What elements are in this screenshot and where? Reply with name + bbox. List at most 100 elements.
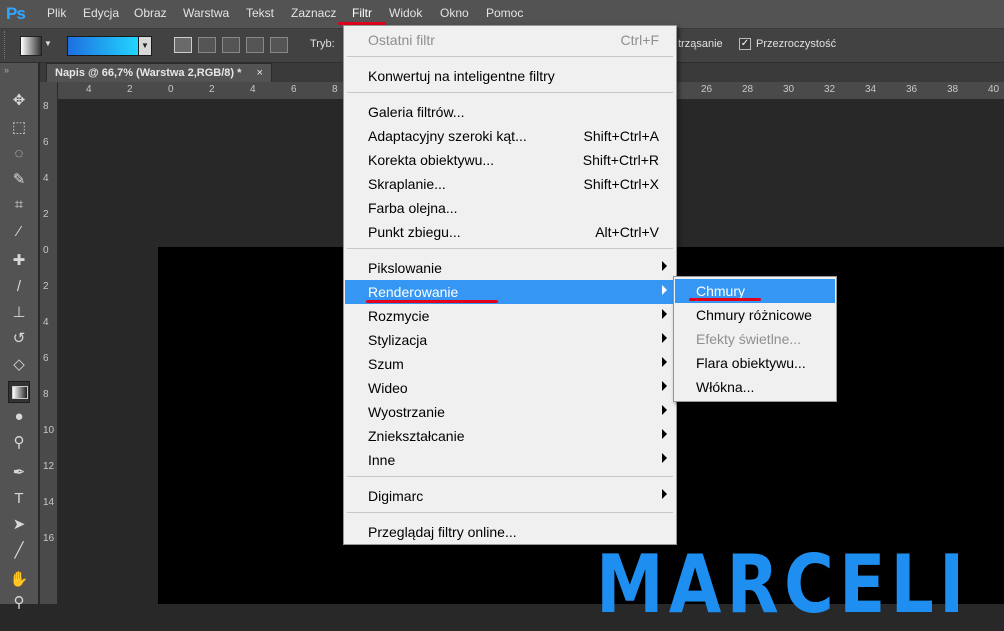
menu-obraz[interactable]: Obraz xyxy=(134,6,167,20)
hand-icon[interactable]: ✋ xyxy=(9,570,29,590)
document-tab-title: Napis @ 66,7% (Warstwa 2,RGB/8) * xyxy=(55,67,242,79)
annotation-underline-render xyxy=(366,300,498,303)
menu-edycja[interactable]: Edycja xyxy=(83,6,119,20)
filter-menu: Ostatni filtr Ctrl+F Konwertuj na inteli… xyxy=(343,25,677,545)
ruler-tick-label: 8 xyxy=(43,389,49,400)
reflected-gradient-button[interactable] xyxy=(246,37,264,53)
menu-item-distort[interactable]: Zniekształcanie xyxy=(345,424,675,448)
menu-item-convert-smart-filters[interactable]: Konwertuj na inteligentne filtry xyxy=(345,64,675,88)
menu-plik[interactable]: Plik xyxy=(47,6,66,20)
submenu-item-fibers[interactable]: Włókna... xyxy=(675,375,835,399)
options-grip xyxy=(4,31,9,59)
ruler-tick-label: 16 xyxy=(43,533,55,544)
path-select-icon[interactable]: ➤ xyxy=(9,515,29,535)
gradient-swatch[interactable] xyxy=(67,36,139,56)
menu-item-digimarc[interactable]: Digimarc xyxy=(345,484,675,508)
ruler-tick-label: 2 xyxy=(209,84,215,95)
marquee-icon[interactable]: ⬚ xyxy=(9,118,29,138)
menu-item-sharpen[interactable]: Wyostrzanie xyxy=(345,400,675,424)
menu-item-liquify[interactable]: Skraplanie... Shift+Ctrl+X xyxy=(345,172,675,196)
menu-item-filter-gallery[interactable]: Galeria filtrów... xyxy=(345,100,675,124)
ruler-tick-label: 8 xyxy=(332,84,338,95)
submenu-arrow-icon xyxy=(662,429,667,439)
submenu-arrow-icon xyxy=(662,381,667,391)
quick-select-icon[interactable]: ✎ xyxy=(9,170,29,190)
stamp-icon[interactable]: ⊥ xyxy=(9,303,29,323)
crop-icon[interactable]: ⌗ xyxy=(9,195,29,215)
menu-item-noise[interactable]: Szum xyxy=(345,352,675,376)
menu-pomoc[interactable]: Pomoc xyxy=(486,6,523,20)
menu-item-other[interactable]: Inne xyxy=(345,448,675,472)
menu-separator xyxy=(347,248,673,249)
tools-panel: » ✥ ⬚ ◌ ✎ ⌗ ⁄ ✚ / ⊥ ↺ ◇ ● ⚲ ✒ T ➤ ╱ ✋ ⚲ xyxy=(0,63,39,611)
line-icon[interactable]: ╱ xyxy=(9,541,29,561)
menu-filtr[interactable]: Filtr xyxy=(352,6,372,20)
radial-gradient-button[interactable] xyxy=(198,37,216,53)
type-icon[interactable]: T xyxy=(9,489,29,509)
photoshop-logo: Ps xyxy=(6,4,26,23)
history-brush-icon[interactable]: ↺ xyxy=(9,329,29,349)
pen-icon[interactable]: ✒ xyxy=(9,463,29,483)
brush-icon[interactable]: / xyxy=(9,277,29,297)
submenu-arrow-icon xyxy=(662,405,667,415)
ruler-tick-label: 4 xyxy=(43,317,49,328)
move-icon[interactable]: ✥ xyxy=(9,91,29,111)
ruler-tick-label: 2 xyxy=(43,281,49,292)
lasso-icon[interactable]: ◌ xyxy=(9,144,29,164)
ruler-tick-label: 2 xyxy=(43,209,49,220)
transparency-checkbox[interactable]: ✓ xyxy=(739,38,751,50)
menu-item-oil-paint[interactable]: Farba olejna... xyxy=(345,196,675,220)
menu-item-vanishing-point[interactable]: Punkt zbiegu... Alt+Ctrl+V xyxy=(345,220,675,244)
document-tab[interactable]: Napis @ 66,7% (Warstwa 2,RGB/8) * × xyxy=(46,63,272,83)
menu-item-last-filter: Ostatni filtr Ctrl+F xyxy=(368,32,659,48)
menu-item-blur[interactable]: Rozmycie xyxy=(345,304,675,328)
ruler-tick-label: 34 xyxy=(865,84,877,95)
menu-widok[interactable]: Widok xyxy=(389,6,422,20)
menu-separator xyxy=(347,56,673,57)
submenu-item-difference-clouds[interactable]: Chmury różnicowe xyxy=(675,303,835,327)
ruler-tick-label: 0 xyxy=(43,245,49,256)
gradient-dropdown-icon[interactable]: ▼ xyxy=(138,36,152,56)
ruler-tick-label: 36 xyxy=(906,84,918,95)
ruler-tick-label: 14 xyxy=(43,497,55,508)
submenu-item-lens-flare[interactable]: Flara obiektywu... xyxy=(675,351,835,375)
transparency-label: Przezroczystość xyxy=(756,38,837,50)
dither-label: trząsanie xyxy=(678,38,723,50)
menu-tekst[interactable]: Tekst xyxy=(246,6,274,20)
tool-preset-icon[interactable] xyxy=(20,36,42,56)
ruler-tick-label: 12 xyxy=(43,461,55,472)
menu-warstwa[interactable]: Warstwa xyxy=(183,6,229,20)
menu-item-adaptive-wide-angle[interactable]: Adaptacyjny szeroki kąt... Shift+Ctrl+A xyxy=(345,124,675,148)
eraser-icon[interactable]: ◇ xyxy=(9,355,29,375)
healing-icon[interactable]: ✚ xyxy=(9,251,29,271)
blur-icon[interactable]: ● xyxy=(9,407,29,427)
menu-okno[interactable]: Okno xyxy=(440,6,469,20)
ruler-tick-label: 30 xyxy=(783,84,795,95)
eyedropper-icon[interactable]: ⁄ xyxy=(9,222,29,242)
menu-zaznacz[interactable]: Zaznacz xyxy=(291,6,336,20)
tool-preset-dropdown-icon[interactable]: ▼ xyxy=(44,39,52,48)
menu-item-stylize[interactable]: Stylizacja xyxy=(345,328,675,352)
menu-separator xyxy=(347,92,673,93)
annotation-underline-clouds xyxy=(689,298,761,301)
ruler-tick-label: 26 xyxy=(701,84,713,95)
menu-item-pixelate[interactable]: Pikslowanie xyxy=(345,256,675,280)
close-tab-icon[interactable]: × xyxy=(256,67,262,79)
submenu-arrow-icon xyxy=(662,309,667,319)
linear-gradient-button[interactable] xyxy=(174,37,192,53)
gradient-icon[interactable] xyxy=(8,381,30,403)
dodge-icon[interactable]: ⚲ xyxy=(9,433,29,453)
submenu-arrow-icon xyxy=(662,453,667,463)
diamond-gradient-button[interactable] xyxy=(270,37,288,53)
ruler-tick-label: 40 xyxy=(988,84,1000,95)
ruler-tick-label: 28 xyxy=(742,84,754,95)
collapse-panel-icon[interactable]: » xyxy=(4,65,9,75)
menu-item-video[interactable]: Wideo xyxy=(345,376,675,400)
menu-item-lens-correction[interactable]: Korekta obiektywu... Shift+Ctrl+R xyxy=(345,148,675,172)
ruler-tick-label: 6 xyxy=(43,353,49,364)
zoom-icon[interactable]: ⚲ xyxy=(9,593,29,613)
menu-item-browse-filters-online[interactable]: Przeglądaj filtry online... xyxy=(345,520,675,544)
menu-separator xyxy=(347,476,673,477)
menu-separator xyxy=(347,512,673,513)
angle-gradient-button[interactable] xyxy=(222,37,240,53)
